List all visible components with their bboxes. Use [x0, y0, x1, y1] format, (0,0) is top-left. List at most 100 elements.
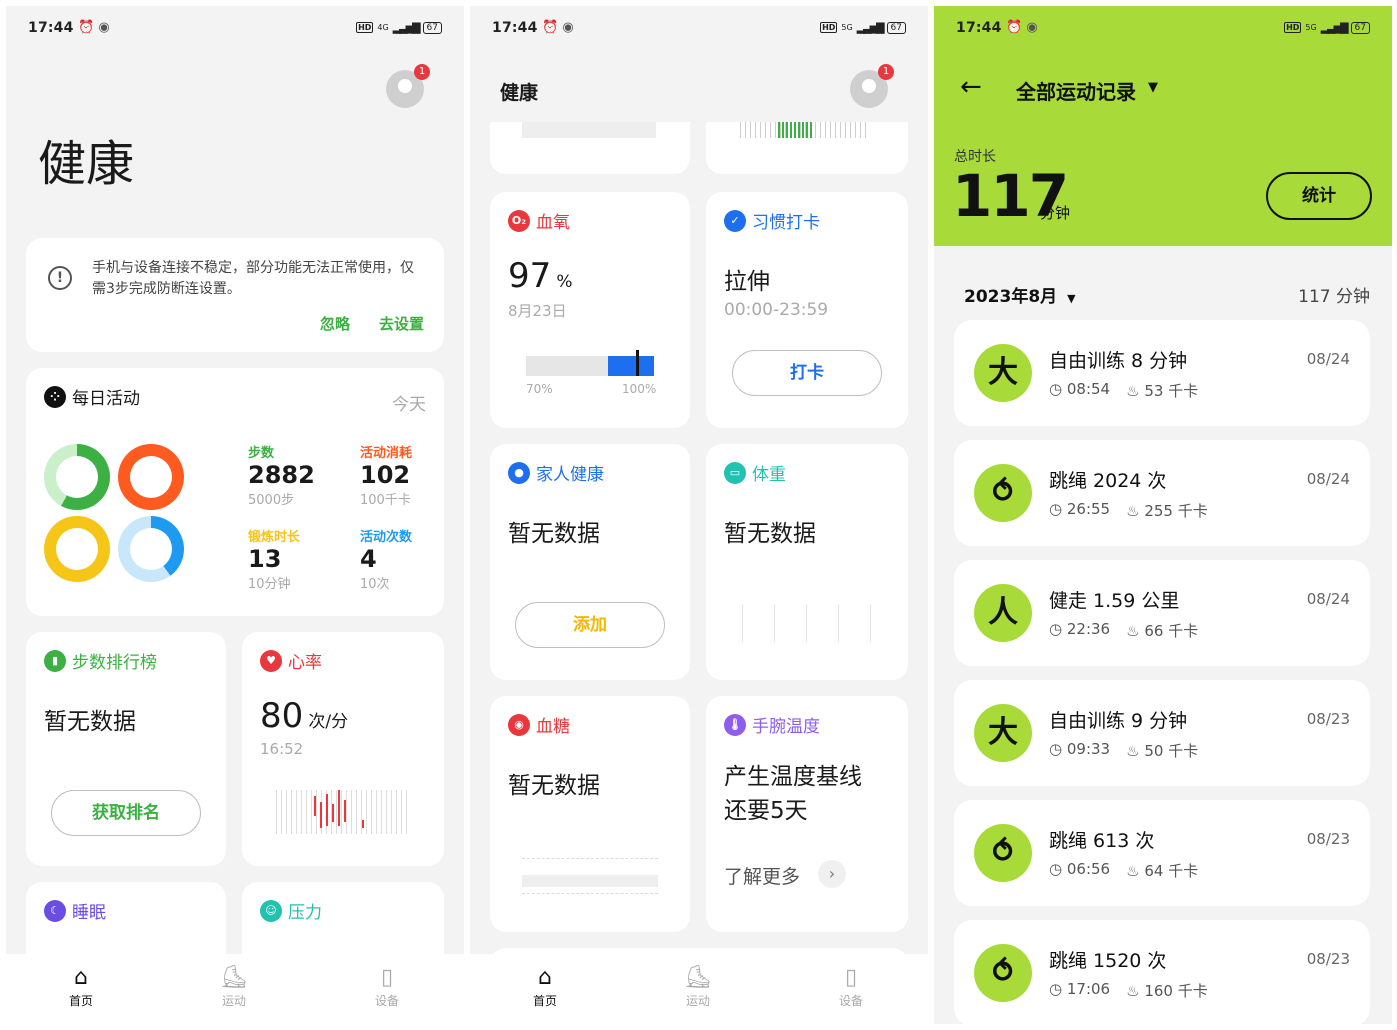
exercise-stat: 锻炼时长 13 10分钟 [248, 530, 301, 592]
daily-activity-title: 每日活动 [72, 389, 140, 409]
get-ranking-button[interactable]: 获取排名 [51, 790, 201, 836]
ranking-icon: ▮ [44, 649, 66, 672]
chevron-down-icon[interactable]: ▼ [1148, 80, 1158, 95]
person-icon: 大 [974, 704, 1032, 762]
workout-record[interactable]: ⥀ 跳绳 613 次 ◷ 06:56 ♨ 64 千卡 08/23 [954, 800, 1370, 906]
nav-home[interactable]: ⌂ 首页 [515, 964, 575, 1009]
health-cards-panel: 17:44 ⏰ ◉ HD 5G ▂▃▅▇ 67 健康 1 O₂ 血氧 97 % … [470, 6, 928, 1024]
connection-notice-card: ! 手机与设备连接不稳定，部分功能无法正常使用，仅需3步完成防断连设置。 忽略 … [26, 238, 444, 352]
o2-icon: O₂ [508, 209, 530, 232]
add-family-button[interactable]: 添加 [515, 602, 665, 648]
month-total: 117 分钟 [1298, 287, 1370, 307]
drop-icon: ◉ [508, 713, 530, 736]
check-in-button[interactable]: 打卡 [732, 350, 882, 396]
nav-home[interactable]: ⌂ 首页 [51, 964, 111, 1009]
status-bar: 17:44 ⏰ ◉ HD 5G ▂▃▅▇ 67 [956, 20, 1370, 40]
heart-rate-sparkline [276, 790, 410, 834]
chevron-right-icon[interactable]: › [818, 860, 846, 888]
weight-chart-placeholder [742, 604, 872, 642]
habit-name: 拉伸 [724, 269, 770, 295]
avatar[interactable]: 1 [850, 64, 894, 108]
workout-record[interactable]: ⥀ 跳绳 1520 次 ◷ 17:06 ♨ 160 千卡 08/23 [954, 920, 1370, 1024]
stats-button[interactable]: 统计 [1266, 172, 1372, 220]
workout-records-panel: 17:44 ⏰ ◉ HD 5G ▂▃▅▇ 67 ← 全部运动记录 ▼ 总时长 1… [934, 6, 1392, 1024]
heart-rate-value: 80 [260, 696, 304, 736]
glucose-chart-placeholder [522, 858, 658, 894]
walking-icon: ⼈ [974, 584, 1032, 642]
learn-more-link[interactable]: 了解更多 [724, 862, 800, 889]
blood-glucose-card[interactable]: ◉ 血糖 暂无数据 [490, 696, 690, 932]
spo2-value: 97 [508, 256, 552, 296]
thermometer-icon: 🌡 [724, 713, 746, 736]
home-icon: ⌂ [538, 965, 552, 990]
family-health-card[interactable]: ● 家人健康 暂无数据 添加 [490, 444, 690, 680]
person-icon: 大 [974, 344, 1032, 402]
watch-icon: ▯ [844, 965, 858, 990]
jump-rope-icon: ⥀ [974, 824, 1032, 882]
exercise-ring [44, 516, 110, 582]
jump-rope-icon: ⥀ [974, 464, 1032, 522]
heart-rate-time: 16:52 [260, 740, 304, 758]
heart-rate-card[interactable]: ♥ 心率 80 次/分 16:52 [242, 632, 444, 866]
setup-link[interactable]: 去设置 [379, 313, 424, 334]
nav-device[interactable]: ▯ 设备 [821, 964, 881, 1009]
user-icon: ● [508, 461, 530, 484]
records-title[interactable]: 全部运动记录 [1016, 76, 1136, 105]
wrist-temp-text: 产生温度基线还要5天 [724, 764, 862, 824]
calories-stat: 活动消耗 102 100千卡 [360, 446, 413, 508]
weight-card[interactable]: ▭ 体重 暂无数据 [706, 444, 908, 680]
back-arrow-icon[interactable]: ← [960, 72, 982, 102]
daily-period: 今天 [392, 395, 426, 415]
workout-record[interactable]: ⼈ 健走 1.59 公里 ◷ 22:36 ♨ 66 千卡 08/24 [954, 560, 1370, 666]
header-bar: 健康 1 [470, 50, 928, 122]
health-home-panel: 17:44 ⏰ ◉ HD 4G ▂▃▅▇ 67 1 健康 ! 手机与设备连接不稳… [6, 6, 464, 1024]
chevron-down-icon: ▼ [1067, 292, 1076, 305]
status-bar: 17:44 ⏰ ◉ HD 5G ▂▃▅▇ 67 [492, 20, 906, 40]
habit-card[interactable]: ✓ 习惯打卡 拉伸 00:00-23:59 打卡 [706, 192, 908, 428]
avatar[interactable]: 1 [386, 64, 430, 108]
steps-stat: 步数 2882 5000步 [248, 446, 315, 508]
workout-record[interactable]: 大 自由训练 9 分钟 ◷ 09:33 ♨ 50 千卡 08/23 [954, 680, 1370, 786]
alarm-icon: ⏰ ◉ [78, 20, 110, 35]
checkbox-icon: ✓ [724, 209, 746, 232]
ignore-link[interactable]: 忽略 [320, 313, 350, 334]
network-label: 4G [377, 23, 389, 32]
calories-ring [118, 444, 184, 510]
watch-icon: ▯ [380, 965, 394, 990]
battery-level: 67 [422, 21, 442, 34]
shoe-icon: ⛸ [684, 965, 712, 990]
daily-activity-card[interactable]: ⁘ 每日活动 今天 步数 2882 5000步 活动消耗 102 100千卡 锻… [26, 368, 444, 616]
jump-rope-icon: ⥀ [974, 944, 1032, 1002]
step-ranking-card[interactable]: ▮ 步数排行榜 暂无数据 获取排名 [26, 632, 226, 866]
alarm-icon: ⏰ ◉ [1006, 20, 1038, 35]
alarm-icon: ⏰ ◉ [542, 20, 574, 35]
activity-count-ring [118, 516, 184, 582]
notification-badge: 1 [414, 64, 430, 80]
nav-device[interactable]: ▯ 设备 [357, 964, 417, 1009]
steps-ring [44, 444, 110, 510]
notice-text: 手机与设备连接不稳定，部分功能无法正常使用，仅需3步完成防断连设置。 [92, 260, 414, 297]
wrist-temperature-card[interactable]: 🌡 手腕温度 产生温度基线还要5天 了解更多 › [706, 696, 908, 932]
month-selector[interactable]: 2023年8月 ▼ [964, 282, 1076, 307]
nav-sport[interactable]: ⛸ 运动 [204, 964, 264, 1009]
habit-time: 00:00-23:59 [724, 300, 829, 320]
ranking-empty: 暂无数据 [44, 709, 136, 735]
nav-sport[interactable]: ⛸ 运动 [668, 964, 728, 1009]
workout-record[interactable]: ⥀ 跳绳 2024 次 ◷ 26:55 ♨ 255 千卡 08/24 [954, 440, 1370, 546]
bottom-nav: ⌂ 首页 ⛸ 运动 ▯ 设备 [6, 954, 464, 1024]
total-unit: 分钟 [1040, 204, 1071, 222]
activity-count-stat: 活动次数 4 10次 [360, 530, 413, 592]
spo2-card[interactable]: O₂ 血氧 97 % 8月23日 70% 100% [490, 192, 690, 428]
workout-record[interactable]: 大 自由训练 8 分钟 ◷ 08:54 ♨ 53 千卡 08/24 [954, 320, 1370, 426]
info-icon: ! [48, 266, 72, 290]
activity-icon: ⁘ [44, 385, 66, 408]
header-title: 健康 [500, 82, 539, 104]
status-bar: 17:44 ⏰ ◉ HD 4G ▂▃▅▇ 67 [28, 20, 442, 40]
status-time: 17:44 [28, 20, 74, 36]
signal-icon: ▂▃▅▇ [1320, 21, 1349, 34]
heart-icon: ♥ [260, 649, 282, 672]
spo2-range-bar [526, 350, 654, 376]
signal-icon: ▂▃▅▇ [392, 21, 421, 34]
spo2-date: 8月23日 [508, 302, 567, 320]
page-title: 健康 [38, 136, 135, 192]
